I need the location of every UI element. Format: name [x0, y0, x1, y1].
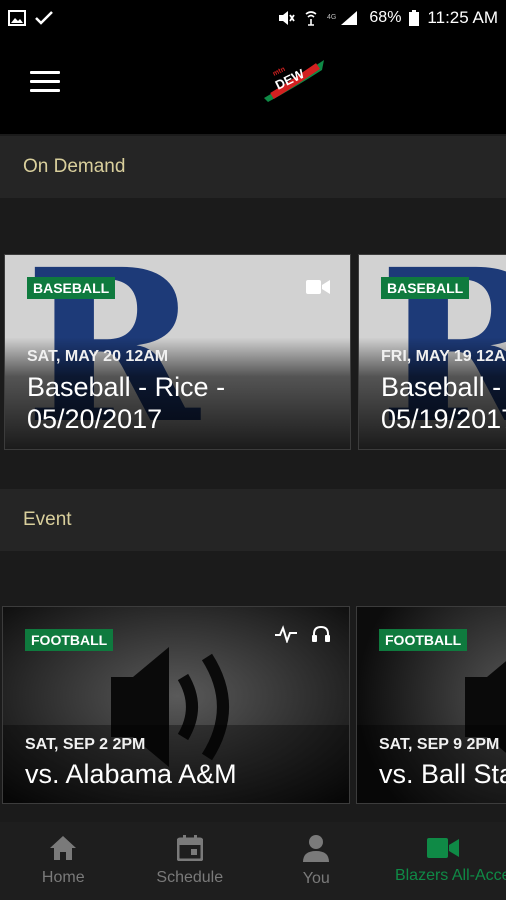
video-camera-icon	[306, 280, 330, 294]
card-title: vs. Ball State	[379, 759, 506, 789]
card-date: SAT, SEP 2 2PM	[25, 736, 146, 753]
person-icon	[303, 835, 330, 862]
event-card[interactable]: FOOTBALL SAT, SEP 2 2PM vs. Alabama A&M	[2, 606, 350, 804]
sport-badge: FOOTBALL	[379, 629, 468, 651]
card-date: SAT, SEP 9 2PM	[379, 736, 500, 753]
check-icon	[35, 11, 53, 25]
event-card[interactable]: FOOTBALL SAT, SEP 9 2PM vs. Ball State	[356, 606, 506, 804]
svg-text:4G: 4G	[327, 14, 336, 21]
battery-percent: 68%	[369, 9, 402, 26]
mtn-dew-logo: DEW mtn	[264, 60, 324, 102]
home-icon	[50, 836, 77, 860]
card-title-line2: 05/19/2017	[381, 404, 506, 434]
headphones-icon	[312, 625, 330, 642]
status-bar: 4G 68% 11:25 AM	[0, 0, 506, 36]
clock: 11:25 AM	[427, 8, 498, 27]
nav-label: Home	[41, 869, 85, 886]
wifi-call-icon	[305, 11, 317, 26]
sport-badge: FOOTBALL	[25, 629, 114, 651]
card-title-line1: Baseball - Rice -	[381, 372, 506, 402]
card-date: SAT, MAY 20 12AM	[27, 348, 169, 365]
calendar-icon	[176, 835, 203, 861]
nav-label: Blazers All-Access	[394, 867, 506, 884]
card-title-line1: Baseball - Rice -	[27, 372, 226, 402]
on-demand-card[interactable]: R BASEBALL SAT, MAY 20 12AM Baseball - R…	[4, 254, 351, 450]
section-title: Event	[23, 509, 72, 530]
gallery-notification-icon	[8, 10, 26, 26]
mute-icon	[279, 11, 296, 25]
sport-badge: BASEBALL	[27, 277, 116, 299]
section-title: On Demand	[23, 156, 126, 177]
status-left-icons	[8, 10, 54, 26]
nav-label: Schedule	[156, 869, 224, 886]
media-type-icons	[275, 625, 331, 643]
nav-label: You	[302, 870, 330, 887]
section-header-on-demand: On Demand	[0, 136, 506, 198]
bottom-navigation: Home Schedule You Blazers All-Access	[0, 822, 506, 900]
nav-blazers-all-access[interactable]: Blazers All-Access	[380, 822, 506, 900]
on-demand-card[interactable]: R BASEBALL FRI, MAY 19 12AM Baseball - R…	[358, 254, 506, 450]
nav-schedule[interactable]: Schedule	[127, 822, 254, 900]
nav-home[interactable]: Home	[0, 822, 127, 900]
card-title-line2: 05/20/2017	[27, 404, 163, 434]
nav-you[interactable]: You	[253, 822, 380, 900]
sport-badge: BASEBALL	[381, 277, 470, 299]
card-date: FRI, MAY 19 12AM	[381, 348, 506, 365]
app-bar: DEW mtn	[0, 36, 506, 134]
menu-icon[interactable]	[30, 71, 60, 93]
video-camera-icon	[426, 838, 459, 858]
signal-icon: 4G	[327, 11, 358, 25]
section-header-event: Event	[0, 489, 506, 551]
card-title: vs. Alabama A&M	[25, 759, 237, 789]
status-right-icons: 4G 68% 11:25 AM	[277, 8, 498, 28]
battery-icon	[409, 10, 420, 26]
live-pulse-icon	[275, 625, 297, 643]
